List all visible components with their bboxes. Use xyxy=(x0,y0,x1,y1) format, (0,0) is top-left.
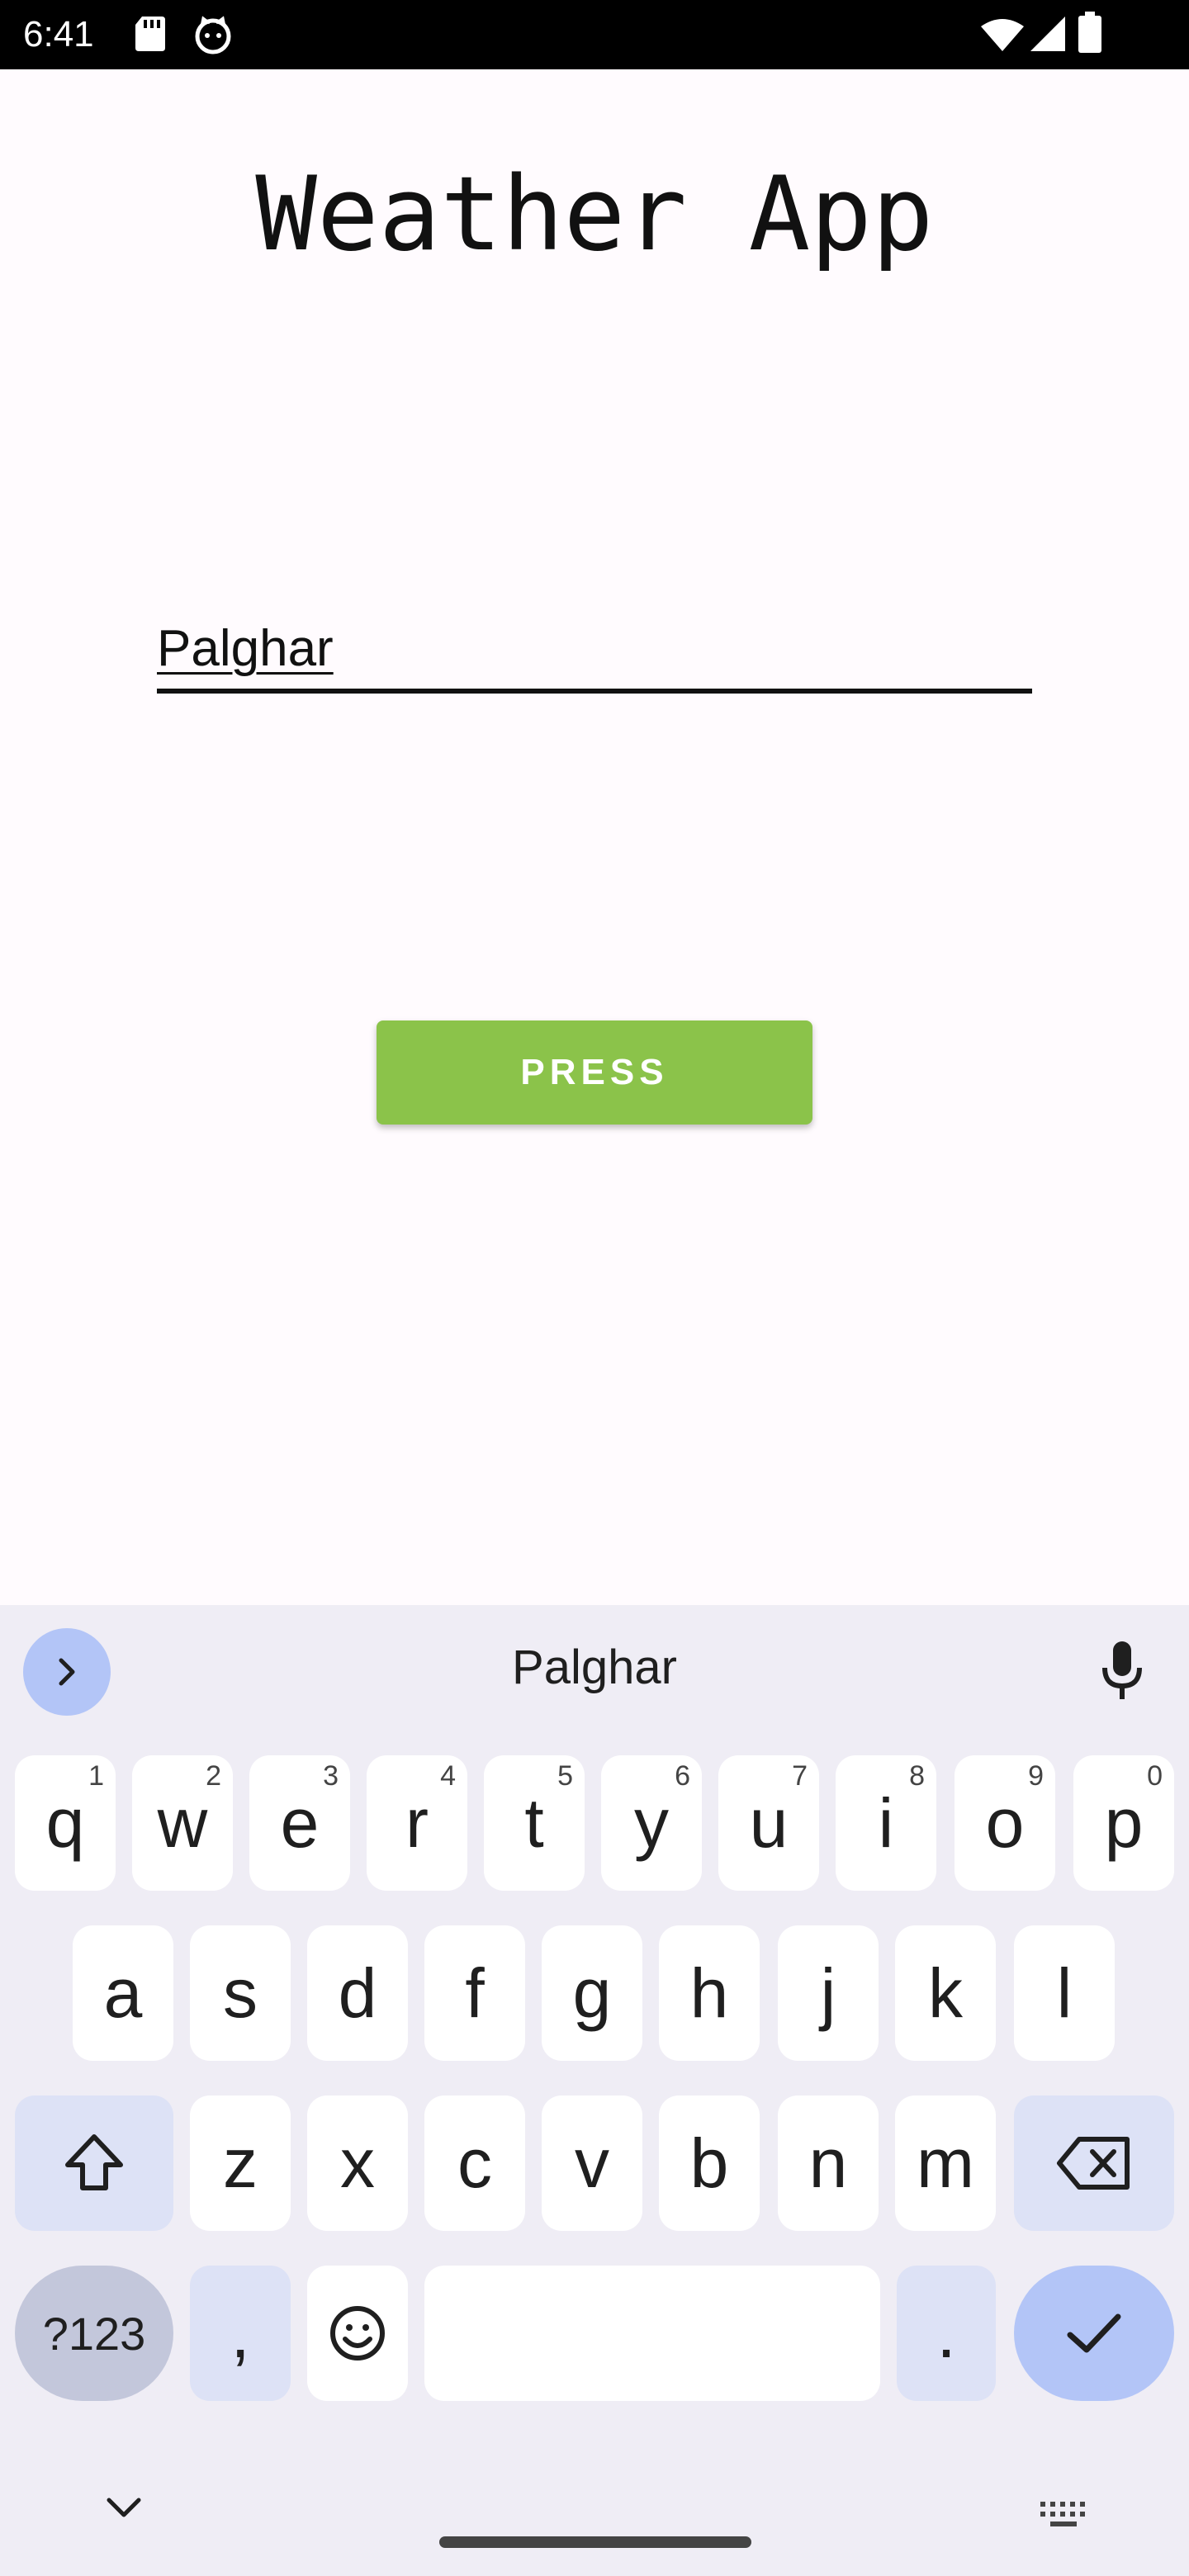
chevron-right-icon xyxy=(59,1658,75,1686)
signal-icon xyxy=(1030,17,1065,54)
shift-key[interactable] xyxy=(15,2095,173,2231)
key-w[interactable]: w2 xyxy=(132,1755,233,1891)
space-key[interactable] xyxy=(424,2266,880,2401)
city-input[interactable] xyxy=(157,611,1032,685)
key-z[interactable]: z xyxy=(190,2095,291,2231)
backspace-icon xyxy=(1057,2137,1130,2190)
key-k[interactable]: k xyxy=(895,1925,996,2061)
key-c[interactable]: c xyxy=(424,2095,525,2231)
key-y[interactable]: y6 xyxy=(601,1755,702,1891)
hide-keyboard-button[interactable] xyxy=(104,2495,144,2523)
status-time: 6:41 xyxy=(23,14,94,54)
key-p[interactable]: p0 xyxy=(1073,1755,1174,1891)
suggestion-chip[interactable]: Palghar xyxy=(363,1640,826,1695)
key-n[interactable]: n xyxy=(778,2095,879,2231)
app-screen xyxy=(0,69,1189,1605)
chevron-down-icon xyxy=(107,2498,141,2517)
key-d[interactable]: d xyxy=(307,1925,408,2061)
emoji-icon xyxy=(330,2306,385,2361)
keyboard-expand-button[interactable] xyxy=(23,1628,111,1716)
cat-icon xyxy=(193,15,233,58)
sd-card-icon xyxy=(134,15,167,56)
key-f[interactable]: f xyxy=(424,1925,525,2061)
key-e[interactable]: e3 xyxy=(249,1755,350,1891)
emoji-key[interactable] xyxy=(307,2266,408,2401)
key-b[interactable]: b xyxy=(659,2095,760,2231)
key-j[interactable]: j xyxy=(778,1925,879,2061)
comma-key[interactable]: , xyxy=(190,2266,291,2401)
shift-icon xyxy=(65,2134,123,2190)
key-x[interactable]: x xyxy=(307,2095,408,2231)
backspace-key[interactable] xyxy=(1014,2095,1174,2231)
key-i[interactable]: i8 xyxy=(836,1755,936,1891)
mic-icon xyxy=(1102,1641,1142,1699)
key-o[interactable]: o9 xyxy=(955,1755,1055,1891)
key-u[interactable]: u7 xyxy=(718,1755,819,1891)
symbols-key[interactable]: ?123 xyxy=(15,2266,173,2401)
mic-button[interactable] xyxy=(1098,1638,1146,1707)
done-key[interactable] xyxy=(1014,2266,1174,2401)
battery-icon xyxy=(1078,12,1101,56)
home-indicator[interactable] xyxy=(439,2536,751,2548)
key-l[interactable]: l xyxy=(1014,1925,1115,2061)
soft-keyboard: Palghar q1 w2 e3 r4 t5 y6 u7 i8 o9 p0 a … xyxy=(0,1605,1189,2576)
key-g[interactable]: g xyxy=(542,1925,642,2061)
key-h[interactable]: h xyxy=(659,1925,760,2061)
press-button[interactable]: PRESS xyxy=(377,1020,812,1125)
key-v[interactable]: v xyxy=(542,2095,642,2231)
keyboard-icon xyxy=(1040,2502,1085,2526)
key-s[interactable]: s xyxy=(190,1925,291,2061)
key-q[interactable]: q1 xyxy=(15,1755,116,1891)
key-t[interactable]: t5 xyxy=(484,1755,585,1891)
key-a[interactable]: a xyxy=(73,1925,173,2061)
city-field[interactable] xyxy=(157,611,1032,694)
key-m[interactable]: m xyxy=(895,2095,996,2231)
wifi-icon xyxy=(981,18,1024,54)
switch-keyboard-button[interactable] xyxy=(1039,2500,1088,2531)
key-r[interactable]: r4 xyxy=(367,1755,467,1891)
checkmark-icon xyxy=(1067,2313,1121,2353)
period-key[interactable]: . xyxy=(897,2266,996,2401)
page-title: Weather App xyxy=(255,155,934,274)
